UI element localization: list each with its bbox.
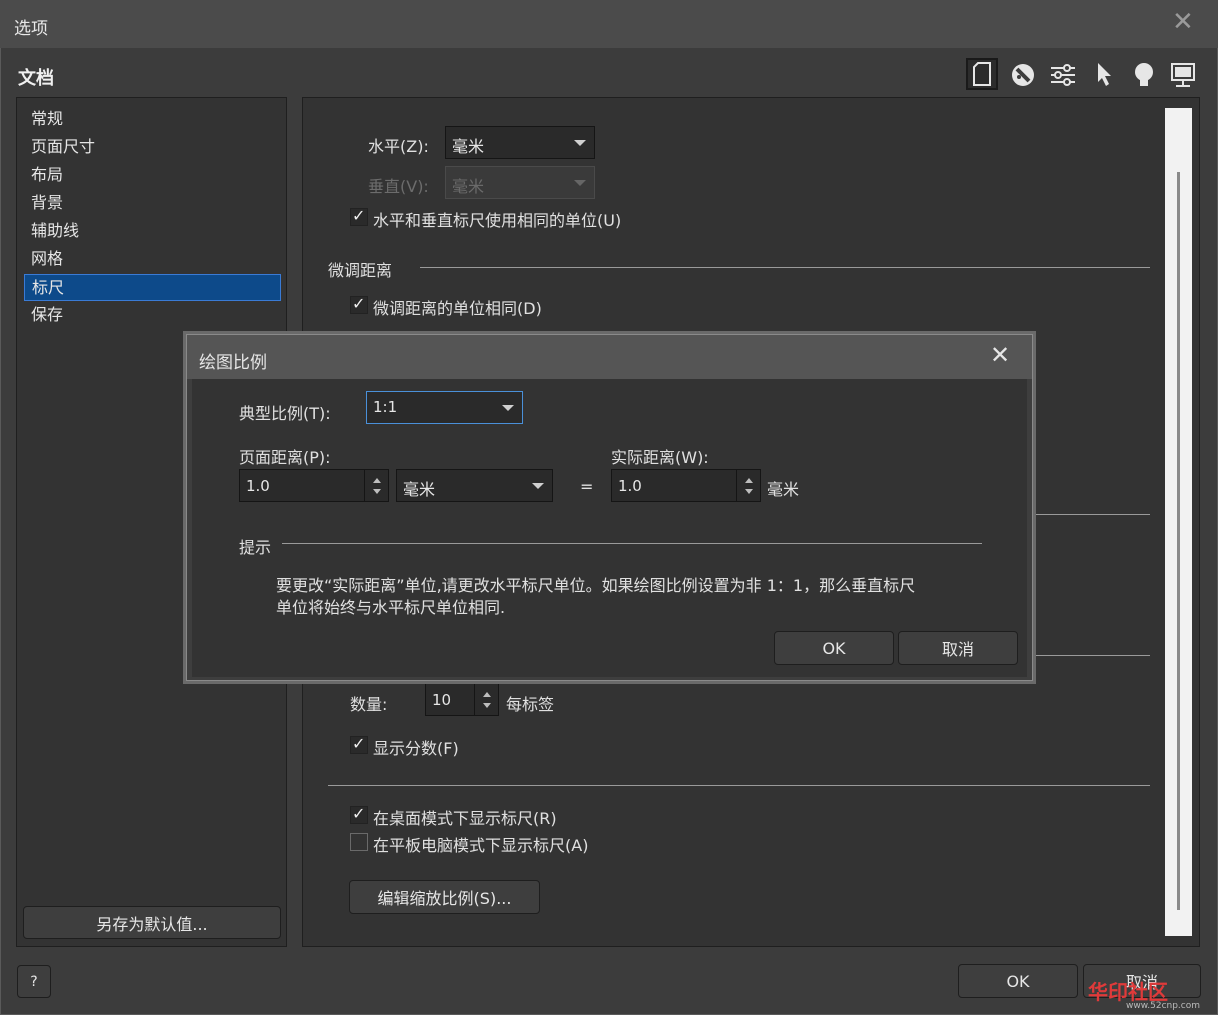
save-as-default-button[interactable]: 另存为默认值... bbox=[23, 906, 281, 939]
tick-count-value: 10 bbox=[432, 691, 452, 709]
chevron-down-icon bbox=[574, 180, 586, 186]
divider bbox=[1030, 514, 1150, 515]
sliders-icon[interactable] bbox=[1047, 59, 1079, 91]
drawing-scale-dialog: 绘图比例 ✕ 典型比例(T): 1:1 页面距离(P): 1.0 毫米 = 实际… bbox=[186, 334, 1033, 681]
nav-item-layout[interactable]: 布局 bbox=[24, 162, 281, 189]
typical-scale-label: 典型比例(T): bbox=[239, 404, 331, 423]
checkmark-icon: ✓ bbox=[352, 804, 366, 823]
nudge-same-checkbox[interactable]: ✓ bbox=[350, 294, 368, 314]
desktop-mode-checkbox[interactable]: ✓ bbox=[350, 804, 368, 824]
divider bbox=[328, 785, 1150, 786]
pointer-icon[interactable] bbox=[1088, 59, 1120, 91]
dialog-title-bar: 绘图比例 ✕ bbox=[187, 335, 1032, 379]
typical-scale-select[interactable]: 1:1 bbox=[366, 391, 523, 424]
stepper-down-icon[interactable] bbox=[483, 703, 491, 708]
nudge-same-label: 微调距离的单位相同(D) bbox=[373, 299, 542, 318]
title-bar: 选项 bbox=[0, 0, 1218, 48]
dialog-close-icon[interactable]: ✕ bbox=[990, 343, 1010, 367]
actual-distance-value: 1.0 bbox=[618, 477, 642, 495]
tick-count-stepper[interactable]: 10 bbox=[425, 683, 499, 716]
hint-text-line2: 单位将始终与水平标尺单位相同. bbox=[276, 598, 506, 617]
vertical-unit-value: 毫米 bbox=[452, 177, 485, 196]
window-close-icon[interactable]: ✕ bbox=[1172, 9, 1194, 35]
nav-item-grid[interactable]: 网格 bbox=[24, 246, 281, 273]
nav-item-rulers[interactable]: 标尺 bbox=[24, 274, 281, 301]
divider bbox=[282, 543, 982, 544]
dialog-cancel-button[interactable]: 取消 bbox=[898, 631, 1018, 665]
nav-item-save[interactable]: 保存 bbox=[24, 302, 281, 329]
checkmark-icon: ✓ bbox=[352, 734, 366, 753]
section-title: 文档 bbox=[18, 68, 54, 89]
equals-sign: = bbox=[580, 477, 594, 496]
same-units-checkbox[interactable]: ✓ bbox=[350, 206, 368, 226]
show-fraction-checkbox[interactable]: ✓ bbox=[350, 734, 368, 754]
show-fraction-label: 显示分数(F) bbox=[373, 739, 459, 758]
checkmark-icon: ✓ bbox=[352, 294, 366, 313]
checkmark-icon: ✓ bbox=[352, 206, 366, 225]
display-icon[interactable] bbox=[1167, 59, 1199, 91]
page-distance-stepper[interactable]: 1.0 bbox=[239, 469, 389, 502]
actual-distance-unit: 毫米 bbox=[767, 480, 800, 499]
desktop-mode-label: 在桌面模式下显示标尺(R) bbox=[373, 809, 557, 828]
tick-count-label: 数量: bbox=[350, 695, 388, 714]
divider bbox=[1030, 655, 1150, 656]
page-distance-value: 1.0 bbox=[246, 477, 270, 495]
page-distance-unit-select[interactable]: 毫米 bbox=[396, 469, 553, 502]
nav-item-guidelines[interactable]: 辅助线 bbox=[24, 218, 281, 245]
edit-scale-button[interactable]: 编辑缩放比例(S)... bbox=[349, 880, 540, 914]
watermark-url: www.52cnp.com bbox=[1126, 1001, 1201, 1011]
nudge-heading: 微调距离 bbox=[328, 261, 393, 280]
vertical-unit-select: 毫米 bbox=[445, 166, 595, 199]
stepper-up-icon[interactable] bbox=[373, 478, 381, 483]
chevron-down-icon bbox=[574, 140, 586, 146]
scrollbar-thumb[interactable] bbox=[1177, 172, 1180, 910]
page-distance-label: 页面距离(P): bbox=[239, 448, 331, 467]
stepper-down-icon[interactable] bbox=[745, 489, 753, 494]
same-units-label: 水平和垂直标尺使用相同的单位(U) bbox=[373, 211, 622, 230]
typical-scale-value: 1:1 bbox=[373, 398, 398, 416]
horizontal-unit-select[interactable]: 毫米 bbox=[445, 126, 595, 159]
bulb-icon[interactable] bbox=[1128, 59, 1160, 91]
document-icon[interactable] bbox=[966, 58, 998, 90]
horizontal-unit-label: 水平(Z): bbox=[368, 137, 429, 156]
chevron-down-icon bbox=[502, 405, 514, 411]
dialog-ok-button[interactable]: OK bbox=[774, 631, 894, 665]
tablet-mode-checkbox[interactable] bbox=[350, 833, 368, 851]
page-distance-unit-value: 毫米 bbox=[403, 480, 436, 499]
nav-item-page-size[interactable]: 页面尺寸 bbox=[24, 134, 281, 161]
hint-heading: 提示 bbox=[239, 538, 272, 557]
actual-distance-stepper[interactable]: 1.0 bbox=[611, 469, 761, 502]
actual-distance-label: 实际距离(W): bbox=[611, 448, 709, 467]
stepper-up-icon[interactable] bbox=[483, 692, 491, 697]
dialog-title: 绘图比例 bbox=[199, 353, 267, 373]
hint-text-line1: 要更改“实际距离”单位,请更改水平标尺单位。如果绘图比例设置为非 1：1，那么垂… bbox=[276, 576, 916, 595]
dialog-body: 典型比例(T): 1:1 页面距离(P): 1.0 毫米 = 实际距离(W): … bbox=[192, 379, 1027, 677]
per-tick-label: 每标签 bbox=[506, 695, 555, 714]
chevron-down-icon bbox=[532, 483, 544, 489]
stepper-up-icon[interactable] bbox=[745, 478, 753, 483]
nav-item-general[interactable]: 常规 bbox=[24, 106, 281, 133]
nav-item-background[interactable]: 背景 bbox=[24, 190, 281, 217]
tablet-mode-label: 在平板电脑模式下显示标尺(A) bbox=[373, 836, 589, 855]
stepper-down-icon[interactable] bbox=[373, 489, 381, 494]
ok-button[interactable]: OK bbox=[958, 964, 1078, 998]
window-title: 选项 bbox=[14, 19, 48, 39]
help-button[interactable]: ? bbox=[17, 965, 51, 998]
color-icon[interactable] bbox=[1007, 59, 1039, 91]
horizontal-unit-value: 毫米 bbox=[452, 137, 485, 156]
vertical-unit-label: 垂直(V): bbox=[368, 177, 429, 196]
divider bbox=[420, 267, 1150, 268]
